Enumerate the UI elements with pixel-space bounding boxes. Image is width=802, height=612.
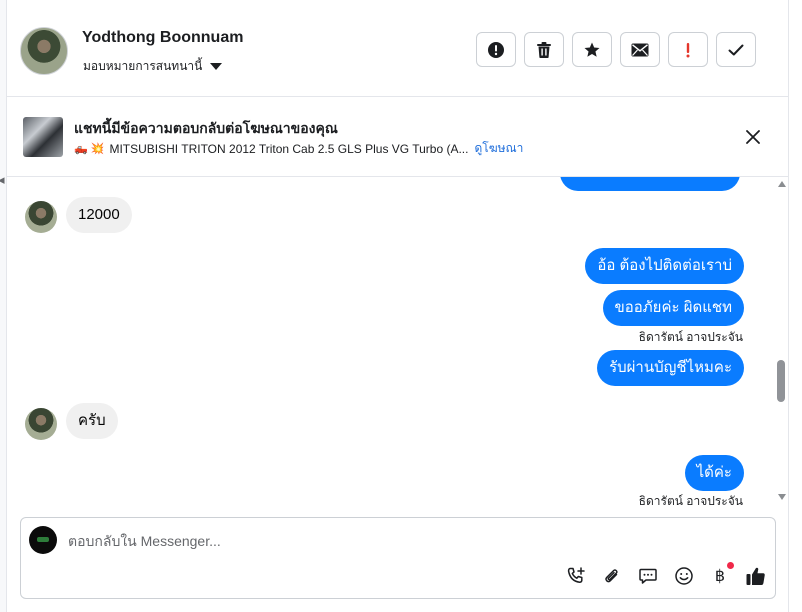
- ad-banner-title: แชทนี้มีข้อความตอบกลับต่อโฆษณาของคุณ: [74, 120, 338, 136]
- checkmark-icon: [728, 44, 744, 55]
- message-bubble-incoming[interactable]: ครับ: [66, 403, 118, 439]
- contact-avatar[interactable]: [20, 27, 68, 75]
- info-button[interactable]: [476, 32, 516, 67]
- payment-button[interactable]: ฿: [708, 562, 734, 588]
- emoji-button[interactable]: [672, 564, 696, 588]
- mark-unread-button[interactable]: [620, 32, 660, 67]
- scroll-thumb[interactable]: [777, 360, 785, 402]
- star-icon: [584, 42, 600, 57]
- close-banner-button[interactable]: [741, 125, 765, 149]
- notification-dot: [727, 562, 734, 569]
- assign-label: มอบหมายการสนทนานี้: [83, 59, 203, 73]
- star-button[interactable]: [572, 32, 612, 67]
- like-button[interactable]: [744, 564, 768, 588]
- page-avatar: [29, 526, 57, 554]
- caret-down-icon: [210, 63, 223, 70]
- ad-description-line: 🛻 💥 MITSUBISHI TRITON 2012 Triton Cab 2.…: [74, 139, 523, 158]
- message-bubble-outgoing[interactable]: รับผ่านบัญชีไหมคะ: [597, 350, 744, 386]
- smiley-icon: [675, 567, 693, 585]
- chat-bubble-icon: [639, 568, 657, 584]
- thread-scrollbar[interactable]: [776, 177, 788, 507]
- assign-conversation-dropdown[interactable]: มอบหมายการสนทนานี้: [83, 57, 223, 76]
- mark-done-button[interactable]: [716, 32, 756, 67]
- sender-name: ธิดารัตน์ อาจประจัน: [638, 494, 743, 507]
- paperclip-icon: [605, 569, 618, 583]
- ad-referral-banner: แชทนี้มีข้อความตอบกลับต่อโฆษณาของคุณ 🛻 💥…: [7, 97, 788, 177]
- ad-thumbnail[interactable]: [23, 117, 63, 157]
- mark-spam-button[interactable]: [668, 32, 708, 67]
- contact-name[interactable]: Yodthong Boonnuam: [82, 29, 243, 47]
- baht-icon: ฿: [714, 568, 726, 585]
- alert-circle-icon: [488, 41, 504, 58]
- message-bubble-outgoing[interactable]: ได้ค่ะ: [684, 455, 744, 491]
- thumbs-up-icon: [746, 567, 765, 585]
- message-bubble-outgoing[interactable]: อ้อ ต้องไปติดต่อเราบ่: [585, 248, 744, 284]
- trash-icon: [537, 41, 551, 58]
- attach-button[interactable]: [600, 564, 624, 588]
- scroll-up-arrow-icon[interactable]: [778, 181, 786, 187]
- message-bubble-outgoing[interactable]: ขออภัยค่ะ ผิดแชท: [602, 290, 744, 326]
- view-ad-link[interactable]: ดูโฆษณา: [474, 139, 523, 158]
- message-composer: ฿: [20, 517, 776, 599]
- contact-avatar-small: [25, 201, 57, 233]
- exclamation-icon: [686, 42, 690, 57]
- ad-description: MITSUBISHI TRITON 2012 Triton Cab 2.5 GL…: [109, 141, 469, 156]
- chevron-left-icon: ◂: [0, 172, 5, 187]
- conversation-panel: Yodthong Boonnuam มอบหมายการสนทนานี้ แชท…: [6, 0, 789, 612]
- contact-avatar-small: [25, 408, 57, 440]
- ad-emoji: 🛻 💥: [74, 143, 105, 155]
- delete-button[interactable]: [524, 32, 564, 67]
- message-bubble-outgoing-partial: [560, 177, 740, 191]
- conversation-header: Yodthong Boonnuam มอบหมายการสนทนานี้: [7, 0, 788, 97]
- call-button[interactable]: [564, 564, 588, 588]
- message-bubble-incoming[interactable]: 12000: [66, 197, 132, 233]
- message-thread: 12000 อ้อ ต้องไปติดต่อเราบ่ ขออภัยค่ะ ผิ…: [7, 177, 788, 507]
- envelope-icon: [631, 43, 649, 56]
- composer-tools: ฿: [564, 562, 768, 588]
- scroll-down-arrow-icon[interactable]: [778, 494, 786, 500]
- header-actions: [476, 32, 756, 67]
- close-icon: [746, 130, 760, 144]
- saved-replies-button[interactable]: [636, 564, 660, 588]
- phone-add-icon: [567, 567, 585, 583]
- sender-name: ธิดารัตน์ อาจประจัน: [638, 330, 743, 344]
- reply-input[interactable]: [68, 533, 668, 549]
